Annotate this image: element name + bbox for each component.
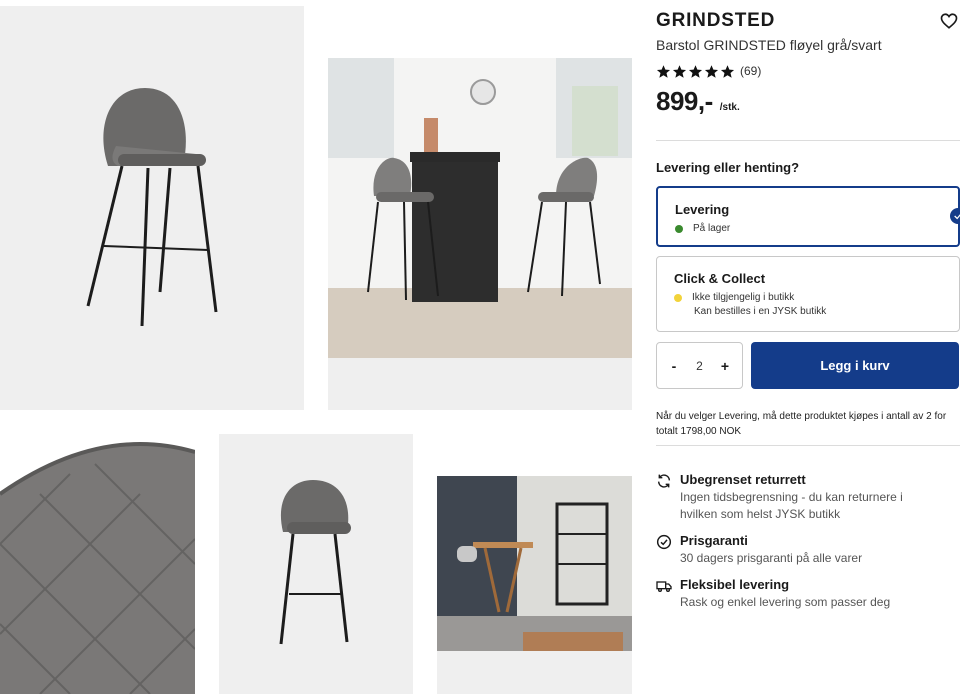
heart-icon[interactable] <box>940 12 958 30</box>
star-icon <box>688 64 703 78</box>
selected-check-icon <box>950 208 960 224</box>
delivery-heading: Levering eller henting? <box>656 160 800 175</box>
stock-status-subtext: Kan bestilles i en JYSK butikk <box>694 306 827 317</box>
quantity-stepper[interactable]: - 2 + <box>656 342 743 389</box>
benefit-description: Rask og enkel levering som passer deg <box>680 595 891 609</box>
option-title: Click & Collect <box>674 271 766 286</box>
check-circle-icon <box>656 534 672 550</box>
product-subtitle: Barstol GRINDSTED fløyel grå/svart <box>656 37 882 53</box>
product-photo-room[interactable] <box>328 6 632 410</box>
quantity-increase-button[interactable]: + <box>718 358 732 374</box>
quantity-note: Når du velger Levering, må dette produkt… <box>656 411 947 437</box>
review-count[interactable]: (69) <box>740 64 761 78</box>
quantity-value[interactable]: 2 <box>696 359 703 373</box>
add-to-cart-button[interactable]: Legg i kurv <box>751 342 959 389</box>
product-title: GRINDSTED <box>656 10 776 31</box>
divider <box>656 445 960 446</box>
stock-status-text: På lager <box>693 223 731 234</box>
benefit-description: Ingen tidsbegrensning - du kan returnere… <box>680 490 903 521</box>
delivery-option-click-collect[interactable]: Click & Collect Ikke tilgjengelig i buti… <box>656 256 960 332</box>
stock-status-text: Ikke tilgjengelig i butikk <box>692 292 795 303</box>
stock-status-dot <box>675 224 683 233</box>
benefit-description: 30 dagers prisgaranti på alle varer <box>680 551 863 565</box>
refresh-icon <box>657 474 671 488</box>
product-photo-fabric-detail[interactable] <box>0 434 195 694</box>
benefit-title: Prisgaranti <box>680 533 748 548</box>
star-icon <box>672 64 687 78</box>
star-icon <box>704 64 719 78</box>
product-info-panel: GRINDSTED Barstol GRINDSTED fløyel grå/s… <box>656 0 960 694</box>
product-photo-interior[interactable] <box>437 434 632 694</box>
benefit-title: Fleksibel levering <box>680 577 790 592</box>
price: 899,- <box>656 86 713 116</box>
product-photo-side[interactable] <box>219 434 413 694</box>
delivery-option-levering[interactable]: Levering På lager <box>656 186 960 247</box>
benefit-title: Ubegrenset returrett <box>680 472 806 487</box>
option-title: Levering <box>675 202 730 217</box>
star-icon <box>656 64 671 78</box>
stock-status-dot <box>674 293 682 302</box>
price-unit: /stk. <box>719 102 740 113</box>
price-row: 899,- /stk. <box>656 86 740 117</box>
truck-icon <box>656 581 672 592</box>
quantity-decrease-button[interactable]: - <box>667 358 681 374</box>
divider <box>656 140 960 141</box>
rating[interactable]: (69) <box>656 63 761 79</box>
star-icon <box>720 64 735 78</box>
product-photo-front[interactable] <box>0 6 304 410</box>
